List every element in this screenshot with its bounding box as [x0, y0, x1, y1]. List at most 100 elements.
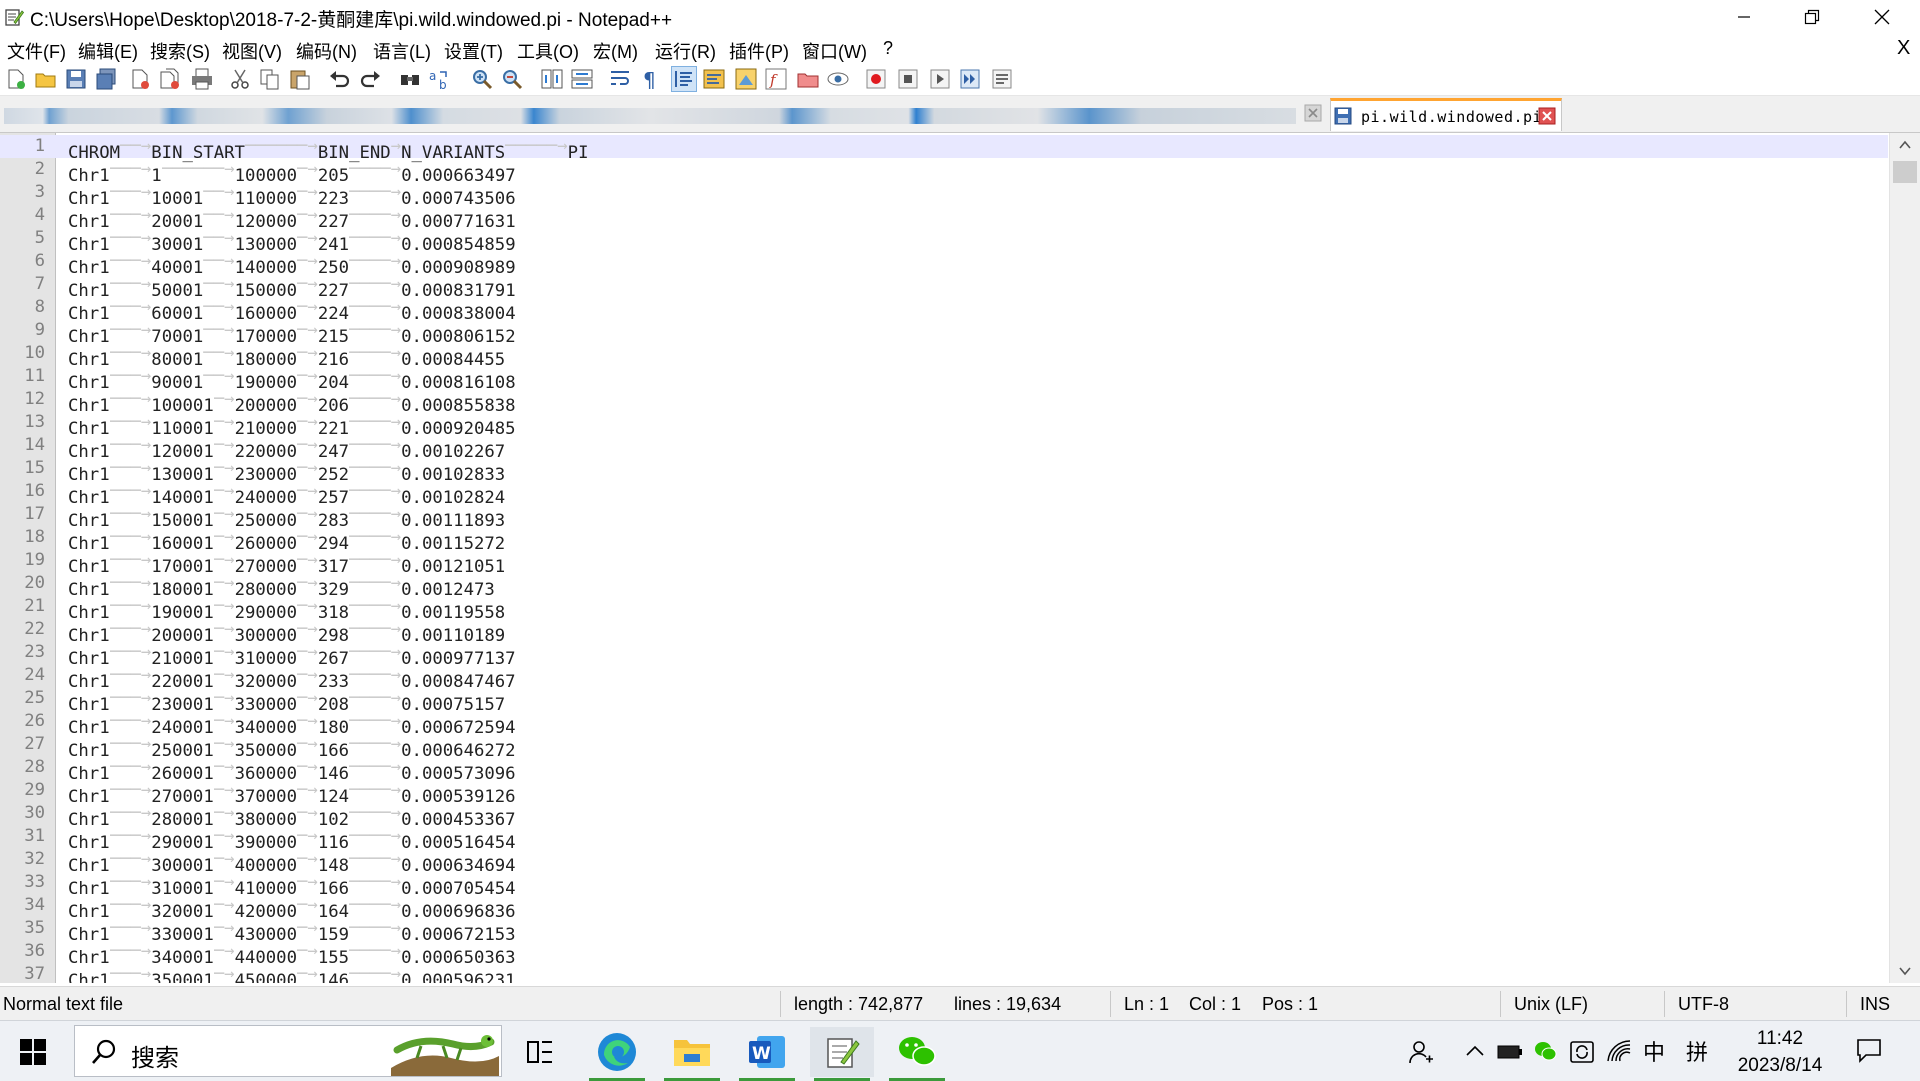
- wifi-icon[interactable]: [1606, 1039, 1632, 1065]
- editor-line[interactable]: 26 Chr1───→240001─→340000─→180────→0.0006…: [0, 710, 1888, 738]
- find-icon[interactable]: [398, 67, 422, 91]
- tab-pi-wild-windowed[interactable]: pi.wild.windowed.pi: [1330, 98, 1562, 131]
- close-tab-icon[interactable]: [1304, 104, 1322, 122]
- menu-edit[interactable]: 编辑(E): [78, 38, 138, 64]
- people-icon[interactable]: [1408, 1039, 1434, 1065]
- scrollbar-thumb[interactable]: [1893, 161, 1917, 183]
- menu-macro[interactable]: 宏(M): [593, 38, 638, 64]
- menu-encoding[interactable]: 编码(N): [296, 38, 357, 64]
- editor-line[interactable]: 22 Chr1───→200001─→300000─→298────→0.0011…: [0, 618, 1888, 646]
- menu-view[interactable]: 视图(V): [222, 38, 282, 64]
- editor-line[interactable]: 32 Chr1───→300001─→400000─→148────→0.0006…: [0, 848, 1888, 876]
- redo-icon[interactable]: [358, 67, 382, 91]
- editor-line[interactable]: 29 Chr1───→270001─→370000─→124────→0.0005…: [0, 779, 1888, 807]
- scroll-up-icon[interactable]: [1899, 139, 1911, 151]
- sync-app-icon[interactable]: [1569, 1039, 1595, 1065]
- status-eol[interactable]: Unix (LF): [1514, 994, 1588, 1015]
- sync-horizontal-icon[interactable]: [570, 67, 594, 91]
- menu-run[interactable]: 运行(R): [655, 38, 716, 64]
- close-document-button[interactable]: X: [1897, 37, 1910, 60]
- menu-language[interactable]: 语言(L): [373, 38, 431, 64]
- open-file-icon[interactable]: [34, 67, 58, 91]
- editor-line[interactable]: 21 Chr1───→190001─→290000─→318────→0.0011…: [0, 595, 1888, 623]
- status-encoding[interactable]: UTF-8: [1678, 994, 1729, 1015]
- editor-line[interactable]: 28 Chr1───→260001─→360000─→146────→0.0005…: [0, 756, 1888, 784]
- menu-search[interactable]: 搜索(S): [150, 38, 210, 64]
- indent-guide-icon[interactable]: [671, 66, 697, 92]
- notepadplusplus-app-icon[interactable]: [4, 7, 24, 27]
- editor-line[interactable]: 34 Chr1───→320001─→420000─→164────→0.0006…: [0, 894, 1888, 922]
- minimize-button[interactable]: [1714, 0, 1774, 34]
- editor-line[interactable]: 3 Chr1───→10001──→110000─→223────→0.00074…: [0, 181, 1888, 209]
- restore-button[interactable]: [1782, 0, 1842, 34]
- editor-line[interactable]: 11 Chr1───→90001──→190000─→204────→0.0008…: [0, 365, 1888, 393]
- editor-line[interactable]: 37 Chr1───→350001─→450000─→146────→0.0005…: [0, 963, 1888, 983]
- menu-plugins[interactable]: 插件(P): [729, 38, 789, 64]
- editor-line[interactable]: 16 Chr1───→140001─→240000─→257────→0.0010…: [0, 480, 1888, 508]
- battery-icon[interactable]: [1497, 1043, 1523, 1061]
- sync-vertical-icon[interactable]: [540, 67, 564, 91]
- editor-line[interactable]: 9 Chr1───→70001──→170000─→215────→0.00080…: [0, 319, 1888, 347]
- editor-line[interactable]: 13 Chr1───→110001─→210000─→221────→0.0009…: [0, 411, 1888, 439]
- taskbar-word[interactable]: W: [735, 1027, 799, 1081]
- taskbar-notepadplusplus[interactable]: [810, 1027, 874, 1081]
- paste-icon[interactable]: [288, 67, 312, 91]
- show-hidden-icons-chevron-icon[interactable]: [1465, 1043, 1485, 1059]
- show-all-characters-icon[interactable]: ¶: [638, 67, 662, 91]
- close-file-icon[interactable]: [128, 67, 152, 91]
- stop-recording-icon[interactable]: [896, 67, 920, 91]
- editor-line[interactable]: 1 CHROM──→BIN_START──────→BIN_END→N_VARIA…: [0, 135, 1888, 163]
- windows-start-icon[interactable]: [18, 1037, 48, 1067]
- editor-line[interactable]: 31 Chr1───→290001─→390000─→116────→0.0005…: [0, 825, 1888, 853]
- editor-line[interactable]: 33 Chr1───→310001─→410000─→166────→0.0007…: [0, 871, 1888, 899]
- editor-line[interactable]: 6 Chr1───→40001──→140000─→250────→0.00090…: [0, 250, 1888, 278]
- editor-line[interactable]: 14 Chr1───→120001─→220000─→247────→0.0010…: [0, 434, 1888, 462]
- editor-line[interactable]: 5 Chr1───→30001──→130000─→241────→0.00085…: [0, 227, 1888, 255]
- close-all-icon[interactable]: [158, 67, 182, 91]
- editor-line[interactable]: 36 Chr1───→340001─→440000─→155────→0.0006…: [0, 940, 1888, 968]
- wechat-tray-icon[interactable]: [1533, 1039, 1557, 1063]
- text-editor[interactable]: 1 CHROM──→BIN_START──────→BIN_END→N_VARIA…: [0, 133, 1920, 983]
- editor-line[interactable]: 27 Chr1───→250001─→350000─→166────→0.0006…: [0, 733, 1888, 761]
- notification-center-icon[interactable]: [1856, 1037, 1882, 1063]
- editor-line[interactable]: 19 Chr1───→170001─→270000─→317────→0.0012…: [0, 549, 1888, 577]
- replace-icon[interactable]: ab: [428, 67, 452, 91]
- menu-settings[interactable]: 设置(T): [444, 38, 503, 64]
- editor-line[interactable]: 23 Chr1───→210001─→310000─→267────→0.0009…: [0, 641, 1888, 669]
- task-view-icon[interactable]: [526, 1039, 554, 1065]
- editor-line[interactable]: 17 Chr1───→150001─→250000─→283────→0.0011…: [0, 503, 1888, 531]
- zoom-in-icon[interactable]: [470, 67, 494, 91]
- save-macro-icon[interactable]: [990, 67, 1014, 91]
- editor-line[interactable]: 18 Chr1───→160001─→260000─→294────→0.0011…: [0, 526, 1888, 554]
- editor-line[interactable]: 35 Chr1───→330001─→430000─→159────→0.0006…: [0, 917, 1888, 945]
- taskbar-file-explorer[interactable]: [660, 1027, 724, 1081]
- document-map-icon[interactable]: [734, 67, 758, 91]
- scroll-down-icon[interactable]: [1899, 965, 1911, 977]
- playback-macro-icon[interactable]: [928, 67, 952, 91]
- folder-as-workspace-icon[interactable]: [796, 67, 820, 91]
- print-icon[interactable]: [190, 67, 214, 91]
- blurred-tabs[interactable]: [4, 108, 1296, 124]
- status-insert-mode[interactable]: INS: [1860, 994, 1890, 1015]
- editor-line[interactable]: 25 Chr1───→230001─→330000─→208────→0.0007…: [0, 687, 1888, 715]
- vertical-scrollbar[interactable]: [1889, 133, 1920, 983]
- monitoring-eye-icon[interactable]: [826, 67, 850, 91]
- menu-file[interactable]: 文件(F): [7, 38, 66, 64]
- input-language-indicator[interactable]: 中: [1643, 1035, 1665, 1067]
- editor-line[interactable]: 24 Chr1───→220001─→320000─→233────→0.0008…: [0, 664, 1888, 692]
- editor-lines[interactable]: 1 CHROM──→BIN_START──────→BIN_END→N_VARIA…: [0, 135, 1888, 983]
- user-defined-language-icon[interactable]: [702, 67, 726, 91]
- taskbar-search-box[interactable]: 搜索: [74, 1025, 502, 1077]
- menu-help[interactable]: ?: [883, 38, 893, 59]
- editor-line[interactable]: 7 Chr1───→50001──→150000─→227────→0.00083…: [0, 273, 1888, 301]
- editor-line[interactable]: 2 Chr1───→1──────→100000─→205────→0.00066…: [0, 158, 1888, 186]
- save-icon[interactable]: [64, 67, 88, 91]
- editor-line[interactable]: 15 Chr1───→130001─→230000─→252────→0.0010…: [0, 457, 1888, 485]
- taskbar-clock[interactable]: 11:42 2023/8/14: [1730, 1025, 1830, 1079]
- copy-icon[interactable]: [258, 67, 282, 91]
- undo-icon[interactable]: [328, 67, 352, 91]
- taskbar-edge[interactable]: [585, 1027, 649, 1081]
- editor-line[interactable]: 4 Chr1───→20001──→120000─→227────→0.00077…: [0, 204, 1888, 232]
- save-all-icon[interactable]: [94, 67, 118, 91]
- editor-line[interactable]: 10 Chr1───→80001──→180000─→216────→0.0008…: [0, 342, 1888, 370]
